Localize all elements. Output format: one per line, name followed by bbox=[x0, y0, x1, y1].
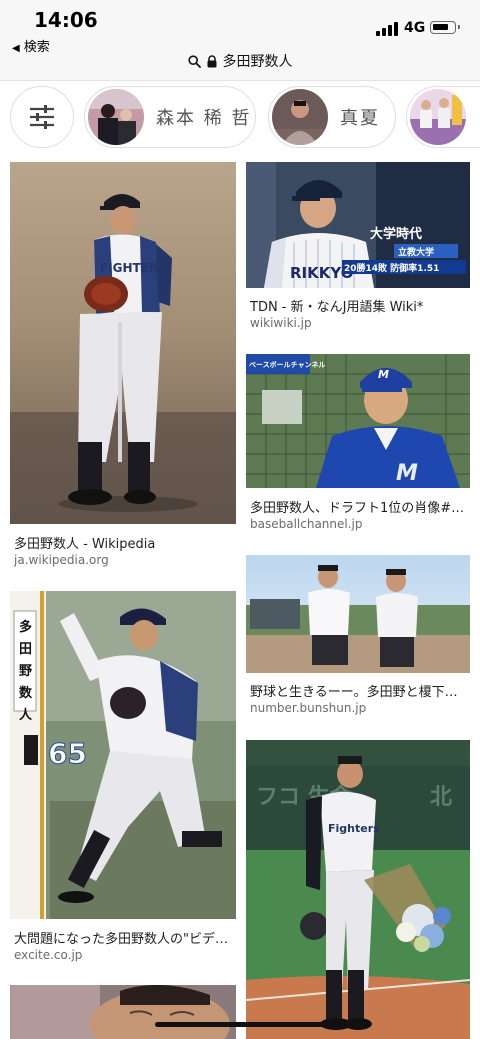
result-card-baseballchannel[interactable]: ベースボールチャンネル M M 多田野数人、ドラフト1位の肖像#… baseba… bbox=[246, 354, 470, 538]
lock-icon bbox=[207, 54, 216, 67]
svg-text:数: 数 bbox=[19, 685, 33, 701]
svg-text:M: M bbox=[378, 368, 389, 381]
result-source: number.bunshun.jp bbox=[250, 701, 367, 715]
result-source: wikiwiki.jp bbox=[250, 316, 312, 330]
svg-text:FIGHTERS: FIGHTERS bbox=[100, 261, 167, 275]
search-icon bbox=[187, 54, 201, 68]
network-type: 4G bbox=[404, 20, 426, 36]
result-image[interactable]: FIGHTERS bbox=[10, 162, 236, 524]
result-card-stadium[interactable]: フコ 生命 北 Fighters bbox=[246, 740, 470, 1039]
card-name: 多 bbox=[19, 619, 32, 635]
battery-icon bbox=[430, 21, 460, 34]
chip-thumbnail bbox=[88, 89, 144, 145]
result-image[interactable]: 多 田 野 数 人 65 bbox=[10, 591, 236, 919]
image-channel: ベースボールチャンネル bbox=[249, 360, 325, 369]
chip-thumbnail bbox=[410, 89, 466, 145]
result-title[interactable]: 多田野数人 - Wikipedia bbox=[14, 533, 155, 552]
result-image[interactable] bbox=[10, 985, 236, 1039]
svg-text:M: M bbox=[396, 461, 418, 486]
image-school: 立教大学 bbox=[398, 246, 434, 258]
svg-text:Fighters: Fighters bbox=[328, 822, 380, 835]
filter-button[interactable] bbox=[10, 86, 74, 148]
svg-text:野: 野 bbox=[19, 664, 32, 679]
svg-text:北: 北 bbox=[430, 785, 452, 810]
result-card-partial[interactable] bbox=[10, 985, 236, 1039]
result-source: baseballchannel.jp bbox=[250, 517, 363, 531]
result-card-wikipedia[interactable]: FIGHTERS 多田野数人 - Wikipedia ja.wikipedia.… bbox=[10, 162, 236, 574]
related-chip-morimoto[interactable]: 森本 稀 哲 bbox=[84, 86, 256, 148]
url-query: 多田野数人 bbox=[222, 54, 293, 70]
svg-text:田: 田 bbox=[19, 642, 32, 657]
result-image[interactable] bbox=[246, 555, 470, 673]
related-chip-more[interactable] bbox=[406, 86, 480, 148]
result-source: ja.wikipedia.org bbox=[14, 553, 109, 567]
result-image[interactable]: ベースボールチャンネル M M bbox=[246, 354, 470, 488]
image-caption: 大学時代 bbox=[370, 226, 422, 242]
result-title[interactable]: 大問題になった多田野数人の"ビデ… bbox=[14, 928, 228, 947]
result-title[interactable]: 多田野数人、ドラフト1位の肖像#… bbox=[250, 497, 464, 516]
chip-thumbnail bbox=[272, 89, 328, 145]
header-divider bbox=[0, 80, 480, 81]
chip-label: 真夏 bbox=[340, 108, 380, 129]
result-title[interactable]: 野球と生きるーー。多田野と榎下… bbox=[250, 681, 458, 700]
result-card-excite[interactable]: 多 田 野 数 人 65 大問題になった多田野数人の"ビデ… excite.co… bbox=[10, 591, 236, 967]
clock: 14:06 bbox=[34, 8, 98, 32]
result-title[interactable]: TDN - 新・なんJ用語集 Wiki* bbox=[250, 296, 423, 315]
svg-text:人: 人 bbox=[19, 707, 33, 723]
result-image[interactable]: RIKKYO 大学時代 立教大学 20勝14敗 防御率1.51 bbox=[246, 162, 470, 288]
chip-label: 森本 稀 哲 bbox=[156, 108, 252, 129]
result-card-tdn[interactable]: RIKKYO 大学時代 立教大学 20勝14敗 防御率1.51 TDN - 新・… bbox=[246, 162, 470, 336]
result-card-bunshun[interactable]: 野球と生きるーー。多田野と榎下… number.bunshun.jp bbox=[246, 555, 470, 725]
related-chip-manatsu[interactable]: 真夏 bbox=[268, 86, 396, 148]
result-source: excite.co.jp bbox=[14, 948, 83, 962]
result-image[interactable]: フコ 生命 北 Fighters bbox=[246, 740, 470, 1039]
signal-icon bbox=[376, 22, 400, 36]
related-searches-row: 森本 稀 哲 真夏 bbox=[0, 86, 480, 150]
home-indicator[interactable] bbox=[155, 1022, 325, 1027]
card-number: 65 bbox=[48, 737, 87, 770]
url-bar[interactable]: 多田野数人 bbox=[0, 48, 480, 74]
sliders-icon bbox=[30, 105, 54, 129]
image-stats: 20勝14敗 防御率1.51 bbox=[344, 262, 439, 274]
status-bar: 14:06 ◀ 検索 4G 多田野数人 bbox=[0, 0, 480, 80]
